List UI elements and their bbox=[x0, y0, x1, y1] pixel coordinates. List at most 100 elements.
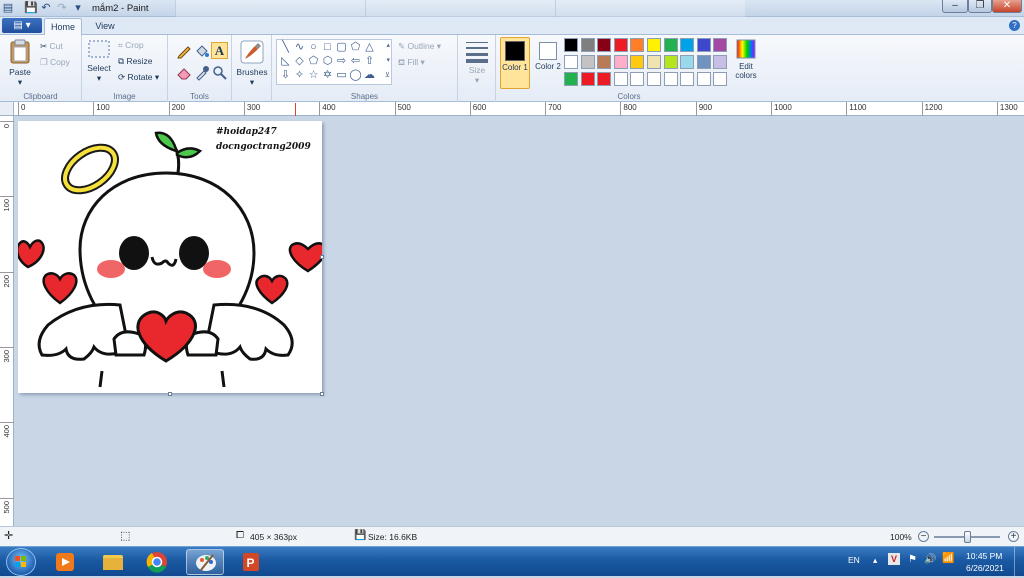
redo-icon[interactable]: ↷ bbox=[56, 2, 68, 14]
palette-swatch[interactable] bbox=[564, 55, 578, 69]
palette-swatch[interactable] bbox=[696, 38, 711, 52]
minimize-button[interactable]: – bbox=[942, 0, 968, 13]
palette-swatch[interactable] bbox=[680, 38, 695, 52]
fill-bucket-icon[interactable] bbox=[194, 43, 210, 59]
palette-swatch[interactable] bbox=[630, 55, 645, 69]
clock-time[interactable]: 10:45 PM bbox=[966, 551, 1002, 561]
outline-button[interactable]: ✎ Outline ▾ bbox=[398, 41, 441, 52]
palette-swatch[interactable] bbox=[663, 72, 678, 86]
oval-shape-icon[interactable]: ○ bbox=[307, 41, 320, 54]
paste-button[interactable]: Paste ▾ bbox=[4, 39, 36, 88]
palette-swatch[interactable] bbox=[597, 72, 612, 86]
color2-button[interactable]: Color 2 bbox=[534, 37, 562, 89]
taskbar-explorer[interactable] bbox=[94, 549, 132, 575]
edit-colors-button[interactable]: Edit colors bbox=[732, 38, 760, 80]
palette-swatch[interactable] bbox=[580, 55, 595, 69]
polygon-shape-icon[interactable]: ⬠ bbox=[349, 41, 362, 54]
line-shape-icon[interactable]: ╲ bbox=[279, 41, 292, 54]
customize-quick-access-icon[interactable]: ▾ bbox=[72, 2, 84, 14]
cloud-callout-shape-icon[interactable]: ☁ bbox=[363, 69, 376, 82]
palette-swatch[interactable] bbox=[580, 72, 595, 86]
eraser-icon[interactable] bbox=[176, 65, 192, 81]
palette-swatch[interactable] bbox=[680, 55, 695, 69]
undo-icon[interactable]: ↶ bbox=[40, 2, 52, 14]
select-button[interactable]: Select ▾ bbox=[84, 39, 114, 84]
paint-app-icon[interactable]: ▤ bbox=[2, 2, 14, 14]
network-icon[interactable]: 📶 bbox=[942, 553, 954, 564]
brushes-button[interactable]: Brushes ▾ bbox=[234, 39, 270, 88]
pentagon-shape-icon[interactable]: ⬠ bbox=[307, 55, 320, 68]
pencil-icon[interactable] bbox=[176, 43, 192, 59]
fill-button[interactable]: ⛾ Fill ▾ bbox=[398, 57, 425, 69]
show-desktop-button[interactable] bbox=[1014, 547, 1024, 577]
palette-swatch[interactable] bbox=[680, 72, 695, 86]
file-menu-button[interactable]: ▤ ▾ bbox=[2, 18, 42, 33]
cut-button[interactable]: ✂ Cut bbox=[40, 41, 63, 52]
palette-swatch[interactable] bbox=[564, 72, 578, 86]
crop-button[interactable]: ⌗ Crop bbox=[118, 40, 144, 51]
magnifier-icon[interactable] bbox=[212, 65, 228, 81]
palette-swatch[interactable] bbox=[613, 55, 628, 69]
palette-swatch[interactable] bbox=[713, 72, 728, 86]
five-point-star-shape-icon[interactable]: ☆ bbox=[307, 69, 320, 82]
palette-swatch[interactable] bbox=[713, 55, 728, 69]
tab-home[interactable]: Home bbox=[44, 18, 82, 35]
zoom-slider-thumb[interactable] bbox=[964, 531, 971, 543]
close-button[interactable]: ✕ bbox=[992, 0, 1022, 13]
copy-button[interactable]: ❐ Copy bbox=[40, 57, 70, 68]
triangle-shape-icon[interactable]: △ bbox=[363, 41, 376, 54]
palette-swatch[interactable] bbox=[580, 38, 595, 52]
left-arrow-shape-icon[interactable]: ⇦ bbox=[349, 55, 362, 68]
resize-handle-corner[interactable] bbox=[320, 392, 324, 396]
taskbar-media-player[interactable] bbox=[46, 549, 84, 575]
antivirus-tray-icon[interactable]: V bbox=[888, 553, 900, 565]
start-button[interactable] bbox=[6, 548, 36, 576]
size-button[interactable]: Size ▾ bbox=[462, 39, 492, 86]
resize-handle-right[interactable] bbox=[320, 255, 324, 259]
zoom-in-button[interactable]: + bbox=[1008, 531, 1019, 542]
palette-swatch[interactable] bbox=[564, 38, 578, 52]
palette-swatch[interactable] bbox=[613, 72, 628, 86]
down-arrow-shape-icon[interactable]: ⇩ bbox=[279, 69, 292, 82]
maximize-button[interactable]: ❐ bbox=[968, 0, 992, 13]
four-point-star-shape-icon[interactable]: ✧ bbox=[293, 69, 306, 82]
six-point-star-shape-icon[interactable]: ✡ bbox=[321, 69, 334, 82]
palette-swatch[interactable] bbox=[663, 38, 678, 52]
right-triangle-shape-icon[interactable]: ◺ bbox=[279, 55, 292, 68]
volume-icon[interactable]: 🔊 bbox=[924, 554, 936, 565]
shapes-expand-icon[interactable]: ⊻ bbox=[385, 71, 390, 79]
palette-swatch[interactable] bbox=[696, 55, 711, 69]
rounded-callout-shape-icon[interactable]: ▭ bbox=[335, 69, 348, 82]
drawing-canvas[interactable]: #hoidap247 docngoctrang2009 bbox=[16, 121, 327, 393]
rounded-rectangle-shape-icon[interactable]: ▢ bbox=[335, 41, 348, 54]
language-indicator[interactable]: EN bbox=[848, 555, 860, 565]
color1-button[interactable]: Color 1 bbox=[500, 37, 530, 89]
taskbar-chrome[interactable] bbox=[138, 549, 176, 575]
palette-swatch[interactable] bbox=[647, 72, 661, 86]
diamond-shape-icon[interactable]: ◇ bbox=[293, 55, 306, 68]
color-picker-icon[interactable] bbox=[194, 65, 210, 81]
palette-swatch[interactable] bbox=[597, 38, 612, 52]
oval-callout-shape-icon[interactable]: ◯ bbox=[349, 69, 362, 82]
shapes-scroll-down-icon[interactable]: ▾ bbox=[386, 56, 390, 64]
zoom-out-button[interactable]: − bbox=[918, 531, 929, 542]
palette-swatch[interactable] bbox=[597, 55, 612, 69]
text-tool-icon[interactable]: A bbox=[211, 42, 228, 59]
shapes-scroll-up-icon[interactable]: ▴ bbox=[386, 41, 390, 49]
taskbar-paint[interactable] bbox=[186, 549, 224, 575]
taskbar-powerpoint[interactable]: P bbox=[232, 549, 270, 575]
flag-tray-icon[interactable]: ⚑ bbox=[908, 554, 917, 565]
show-hidden-icons-icon[interactable]: ▴ bbox=[873, 555, 877, 566]
rectangle-shape-icon[interactable]: □ bbox=[321, 41, 334, 54]
palette-swatch[interactable] bbox=[613, 38, 628, 52]
help-icon[interactable]: ? bbox=[1009, 20, 1020, 31]
tab-view[interactable]: View bbox=[86, 18, 124, 35]
curve-shape-icon[interactable]: ∿ bbox=[293, 41, 306, 54]
resize-button[interactable]: ⧉ Resize bbox=[118, 56, 152, 67]
palette-swatch[interactable] bbox=[663, 55, 678, 69]
hexagon-shape-icon[interactable]: ⬡ bbox=[321, 55, 334, 68]
palette-swatch[interactable] bbox=[713, 38, 728, 52]
rotate-button[interactable]: ⟳ Rotate ▾ bbox=[118, 72, 159, 83]
resize-handle-bottom[interactable] bbox=[168, 392, 172, 396]
palette-swatch[interactable] bbox=[647, 55, 661, 69]
